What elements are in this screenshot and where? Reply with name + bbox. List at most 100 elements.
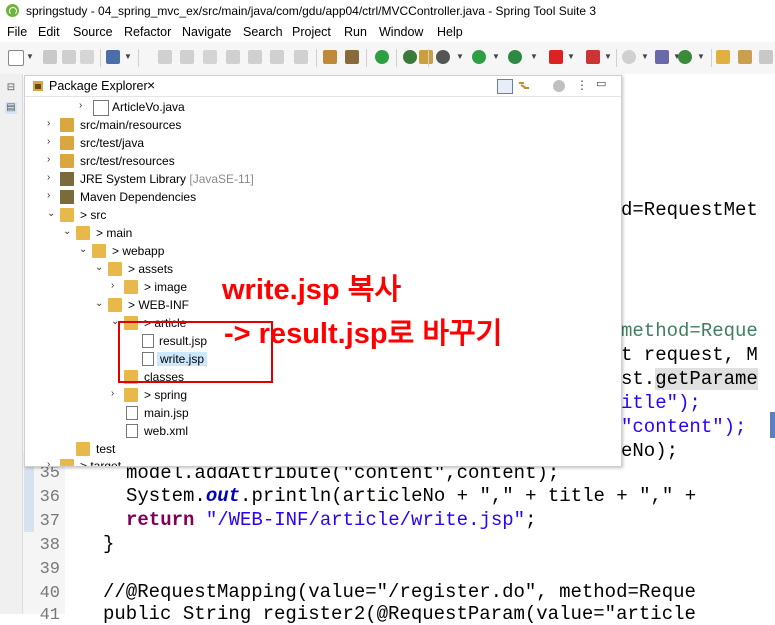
- chevron-down-icon[interactable]: ⌄: [47, 208, 55, 219]
- coverage-icon[interactable]: [508, 50, 522, 64]
- collapse-all-icon[interactable]: [497, 79, 513, 94]
- package-explorer-header: Package Explorer × ⋮ ▭: [25, 76, 621, 97]
- tree-label: > webapp: [112, 244, 165, 258]
- chevron-right-icon[interactable]: ›: [111, 388, 114, 399]
- open-task-icon[interactable]: [345, 50, 359, 64]
- chevron-down-icon[interactable]: ▼: [697, 52, 705, 61]
- chevron-down-icon[interactable]: ▼: [26, 52, 34, 61]
- chevron-down-icon[interactable]: ▼: [492, 52, 500, 61]
- new-java-icon[interactable]: [678, 50, 692, 64]
- menu-source[interactable]: Source: [73, 25, 113, 39]
- menu-file[interactable]: File: [7, 25, 27, 39]
- save-icon[interactable]: [43, 50, 57, 64]
- tree-item[interactable]: › src/test/java: [25, 134, 621, 152]
- menu-refactor[interactable]: Refactor: [124, 25, 171, 39]
- close-icon[interactable]: ×: [147, 77, 155, 93]
- settings-icon[interactable]: [622, 50, 636, 64]
- search-file-icon[interactable]: [738, 50, 752, 64]
- chevron-down-icon[interactable]: ▼: [604, 52, 612, 61]
- library-icon: [60, 172, 74, 186]
- menu-navigate[interactable]: Navigate: [182, 25, 231, 39]
- new-icon[interactable]: [8, 50, 24, 66]
- package-explorer-trim-icon[interactable]: ▤: [5, 102, 17, 114]
- tree-item[interactable]: ⌄ > src: [25, 206, 621, 224]
- focus-icon[interactable]: [553, 80, 565, 92]
- tree-item[interactable]: › Maven Dependencies: [25, 188, 621, 206]
- tree-item[interactable]: › ArticleVo.java: [25, 98, 621, 116]
- view-menu-icon[interactable]: ⋮: [576, 78, 588, 92]
- link-with-editor-icon[interactable]: [517, 79, 531, 92]
- tree-item[interactable]: write.jsp: [25, 350, 621, 368]
- tree-item[interactable]: ⌄ > main: [25, 224, 621, 242]
- folder-icon: [124, 388, 138, 402]
- restore-icon[interactable]: ⊟: [5, 82, 17, 94]
- step-into-icon[interactable]: [248, 50, 262, 64]
- chevron-right-icon[interactable]: ›: [47, 118, 50, 129]
- debug-icon[interactable]: [436, 50, 450, 64]
- chevron-down-icon[interactable]: ⌄: [95, 298, 103, 309]
- folder-icon: [60, 208, 74, 222]
- chevron-right-icon[interactable]: ›: [47, 190, 50, 201]
- step-return-icon[interactable]: [294, 50, 308, 64]
- boot-dashboard-icon[interactable]: [375, 50, 389, 64]
- refresh-icon[interactable]: [403, 50, 417, 64]
- chevron-right-icon[interactable]: ›: [47, 136, 50, 147]
- tree-item[interactable]: classes: [25, 368, 621, 386]
- new-class-icon[interactable]: [655, 50, 669, 64]
- chevron-down-icon[interactable]: ⌄: [95, 262, 103, 273]
- chevron-down-icon[interactable]: ▼: [641, 52, 649, 61]
- stop-icon[interactable]: [549, 50, 563, 64]
- folder-icon: [108, 262, 122, 276]
- disconnect-icon[interactable]: [226, 50, 240, 64]
- source-folder-icon: [60, 154, 74, 168]
- folder-icon: [108, 298, 122, 312]
- menu-help[interactable]: Help: [437, 25, 463, 39]
- menu-edit[interactable]: Edit: [38, 25, 60, 39]
- chevron-right-icon[interactable]: ›: [79, 100, 82, 111]
- annotation-icon[interactable]: [759, 50, 773, 64]
- tree-item[interactable]: ⌄ > webapp: [25, 242, 621, 260]
- open-type-icon[interactable]: [323, 50, 337, 64]
- tree-item[interactable]: web.xml: [25, 422, 621, 440]
- terminal-icon[interactable]: [106, 50, 120, 64]
- tree-item[interactable]: › src/main/resources: [25, 116, 621, 134]
- save-all-icon[interactable]: [62, 50, 76, 64]
- tree-item[interactable]: › > target: [25, 457, 621, 466]
- terminate-icon[interactable]: [203, 50, 217, 64]
- chevron-down-icon[interactable]: ▼: [567, 52, 575, 61]
- run-icon[interactable]: [472, 50, 486, 64]
- server-icon[interactable]: [419, 50, 433, 64]
- print-icon[interactable]: [80, 50, 94, 64]
- resume-icon[interactable]: [158, 50, 172, 64]
- chevron-right-icon[interactable]: ›: [47, 154, 50, 165]
- step-over-icon[interactable]: [270, 50, 284, 64]
- chevron-down-icon[interactable]: ⌄: [79, 244, 87, 255]
- suspend-icon[interactable]: [180, 50, 194, 64]
- chevron-right-icon[interactable]: ›: [111, 280, 114, 291]
- chevron-down-icon[interactable]: ▼: [456, 52, 464, 61]
- code-line: return "/WEB-INF/article/write.jsp";: [126, 509, 537, 531]
- tree-item[interactable]: › JRE System Library [JavaSE-11]: [25, 170, 621, 188]
- chevron-down-icon[interactable]: ▼: [124, 52, 132, 61]
- menu-search[interactable]: Search: [243, 25, 283, 39]
- folder-icon: [124, 280, 138, 294]
- folder-icon: [76, 442, 90, 456]
- tab-package-explorer[interactable]: Package Explorer ×: [25, 76, 165, 96]
- minimize-icon[interactable]: ▭: [596, 77, 606, 90]
- menu-project[interactable]: Project: [292, 25, 331, 39]
- chevron-right-icon[interactable]: ›: [47, 459, 50, 466]
- tree-item[interactable]: main.jsp: [25, 404, 621, 422]
- chevron-down-icon[interactable]: ▼: [530, 52, 538, 61]
- menu-window[interactable]: Window: [379, 25, 423, 39]
- tree-item[interactable]: test: [25, 440, 621, 458]
- chevron-right-icon[interactable]: ›: [47, 172, 50, 183]
- external-tools-icon[interactable]: [586, 50, 600, 64]
- open-folder-icon[interactable]: [716, 50, 730, 64]
- chevron-down-icon[interactable]: ⌄: [63, 226, 71, 237]
- tree-item[interactable]: › src/test/resources: [25, 152, 621, 170]
- menu-run[interactable]: Run: [344, 25, 367, 39]
- line-number: 41: [39, 606, 60, 625]
- line-number: 38: [39, 536, 60, 555]
- main-toolbar: ▼ ▼ ▼ ▼ ▼ ▼ ▼ ▼ ▼ ▼: [0, 42, 775, 75]
- tree-item[interactable]: › > spring: [25, 386, 621, 404]
